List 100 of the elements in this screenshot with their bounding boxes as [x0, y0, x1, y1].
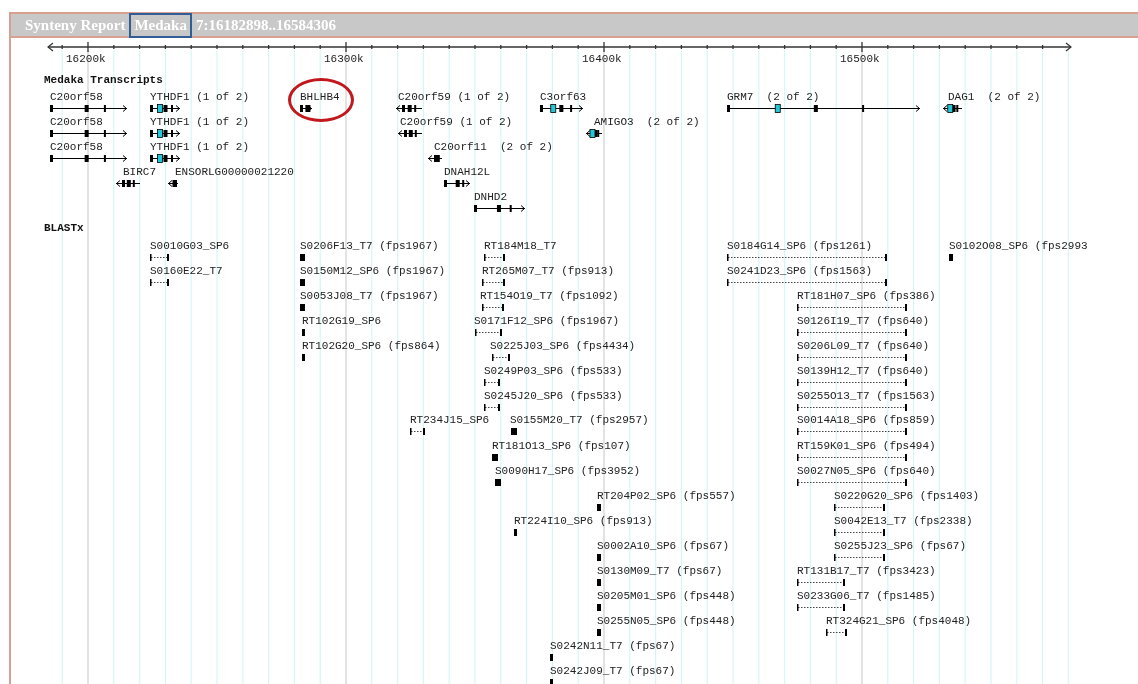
alignment-glyph[interactable]: [484, 253, 505, 262]
alignment-glyph[interactable]: [300, 253, 306, 262]
hit-label[interactable]: S0130M09_T7 (fps67): [597, 565, 723, 577]
feature-label[interactable]: DNAH12L: [444, 166, 491, 178]
transcript-glyph[interactable]: [116, 179, 141, 188]
alignment-glyph[interactable]: [797, 303, 907, 312]
hit-label[interactable]: RT102G19_SP6: [302, 315, 382, 327]
alignment-glyph[interactable]: [797, 578, 845, 587]
feature-label[interactable]: DNHD2: [474, 191, 507, 203]
hit-label[interactable]: RT224I10_SP6 (fps913): [514, 515, 653, 527]
transcript-glyph[interactable]: [540, 104, 584, 113]
hit-label[interactable]: S0160E22_T7: [150, 265, 223, 277]
transcript-glyph[interactable]: [150, 104, 181, 113]
alignment-glyph[interactable]: [597, 503, 602, 512]
hit-label[interactable]: S0126I19_T7 (fps640): [797, 315, 930, 327]
transcript-glyph[interactable]: [396, 104, 423, 113]
alignment-glyph[interactable]: [949, 253, 954, 262]
alignment-glyph[interactable]: [597, 578, 602, 587]
hit-label[interactable]: S0206L09_T7 (fps640): [797, 340, 930, 352]
alignment-glyph[interactable]: [826, 628, 847, 637]
transcript-glyph[interactable]: [586, 129, 603, 138]
transcript-glyph[interactable]: [727, 104, 921, 113]
hit-label[interactable]: S0242N11_T7 (fps67): [550, 640, 676, 652]
hit-label[interactable]: RT131B17_T7 (fps3423): [797, 565, 936, 577]
hit-label[interactable]: S0014A18_SP6 (fps859): [797, 414, 936, 426]
feature-label[interactable]: YTHDF1 (1 of 2): [150, 116, 250, 128]
hit-label[interactable]: RT184M18_T7: [484, 240, 557, 252]
alignment-glyph[interactable]: [484, 378, 500, 387]
alignment-glyph[interactable]: [797, 328, 907, 337]
hit-label[interactable]: RT154O19_T7 (fps1092): [480, 290, 619, 302]
hit-label[interactable]: S0042E13_T7 (fps2338): [834, 515, 973, 527]
hit-label[interactable]: S0242J09_T7 (fps67): [550, 665, 676, 677]
alignment-glyph[interactable]: [495, 478, 502, 487]
alignment-glyph[interactable]: [727, 278, 887, 287]
hit-label[interactable]: S0206F13_T7 (fps1967): [300, 240, 439, 252]
hit-label[interactable]: S0233G06_T7 (fps1485): [797, 590, 936, 602]
alignment-glyph[interactable]: [727, 253, 887, 262]
alignment-glyph[interactable]: [300, 303, 306, 312]
alignment-glyph[interactable]: [511, 427, 518, 436]
feature-label[interactable]: GRM7 (2 of 2): [727, 91, 820, 103]
alignment-glyph[interactable]: [797, 478, 907, 487]
feature-label[interactable]: YTHDF1 (1 of 2): [150, 91, 250, 103]
alignment-glyph[interactable]: [514, 528, 518, 537]
hit-label[interactable]: RT102G20_SP6 (fps864): [302, 340, 441, 352]
hit-label[interactable]: RT181O13_SP6 (fps107): [492, 440, 631, 452]
alignment-glyph[interactable]: [797, 603, 845, 612]
alignment-glyph[interactable]: [797, 353, 907, 362]
alignment-glyph[interactable]: [150, 253, 169, 262]
hit-label[interactable]: S0053J08_T7 (fps1967): [300, 290, 439, 302]
alignment-glyph[interactable]: [302, 353, 306, 362]
alignment-glyph[interactable]: [597, 603, 602, 612]
transcript-glyph[interactable]: [50, 104, 128, 113]
hit-label[interactable]: S0090H17_SP6 (fps3952): [495, 465, 641, 477]
feature-label[interactable]: BHLHB4: [300, 91, 340, 103]
hit-label[interactable]: RT181H07_SP6 (fps386): [797, 290, 936, 302]
hit-label[interactable]: S0155M20_T7 (fps2957): [510, 414, 649, 426]
feature-label[interactable]: AMIGO3 (2 of 2): [594, 116, 700, 128]
alignment-glyph[interactable]: [550, 653, 554, 662]
feature-label[interactable]: C20orf58: [50, 116, 103, 128]
alignment-glyph[interactable]: [834, 503, 885, 512]
alignment-glyph[interactable]: [492, 353, 510, 362]
feature-label[interactable]: C3orf63: [540, 91, 587, 103]
feature-label[interactable]: C20orf59 (1 of 2): [398, 91, 511, 103]
hit-label[interactable]: S0249P03_SP6 (fps533): [484, 365, 623, 377]
hit-label[interactable]: S0027N05_SP6 (fps640): [797, 465, 936, 477]
hit-label[interactable]: S0225J03_SP6 (fps4434): [490, 340, 636, 352]
hit-label[interactable]: S0102O08_SP6 (fps2993: [949, 240, 1088, 252]
feature-label[interactable]: C20orf58: [50, 141, 103, 153]
hit-label[interactable]: S0150M12_SP6 (fps1967): [300, 265, 446, 277]
hit-label[interactable]: RT324G21_SP6 (fps4048): [826, 615, 972, 627]
alignment-glyph[interactable]: [597, 628, 602, 637]
alignment-glyph[interactable]: [492, 453, 499, 462]
alignment-glyph[interactable]: [302, 328, 306, 337]
transcript-glyph[interactable]: [444, 179, 471, 188]
transcript-glyph[interactable]: [398, 129, 423, 138]
alignment-glyph[interactable]: [797, 427, 907, 436]
feature-label[interactable]: YTHDF1 (1 of 2): [150, 141, 250, 153]
alignment-glyph[interactable]: [834, 528, 885, 537]
hit-label[interactable]: RT204P02_SP6 (fps557): [597, 490, 736, 502]
hit-label[interactable]: S0255J23_SP6 (fps67): [834, 540, 967, 552]
hit-label[interactable]: RT265M07_T7 (fps913): [482, 265, 615, 277]
transcript-glyph[interactable]: [474, 204, 526, 213]
hit-label[interactable]: RT159K01_SP6 (fps494): [797, 440, 936, 452]
transcript-glyph[interactable]: [428, 154, 443, 163]
feature-label[interactable]: C20orf59 (1 of 2): [400, 116, 513, 128]
transcript-glyph[interactable]: [168, 179, 179, 188]
hit-label[interactable]: S0171F12_SP6 (fps1967): [474, 315, 620, 327]
hit-label[interactable]: S0255N05_SP6 (fps448): [597, 615, 736, 627]
alignment-glyph[interactable]: [834, 553, 885, 562]
feature-label[interactable]: C20orf58: [50, 91, 103, 103]
alignment-glyph[interactable]: [597, 553, 602, 562]
transcript-glyph[interactable]: [50, 154, 128, 163]
hit-label[interactable]: S0245J20_SP6 (fps533): [484, 390, 623, 402]
alignment-glyph[interactable]: [410, 427, 425, 436]
transcript-glyph[interactable]: [943, 104, 963, 113]
alignment-glyph[interactable]: [482, 278, 505, 287]
hit-label[interactable]: RT234J15_SP6: [410, 414, 490, 426]
feature-label[interactable]: BIRC7: [123, 166, 156, 178]
hit-label[interactable]: S0139H12_T7 (fps640): [797, 365, 930, 377]
transcript-glyph[interactable]: [300, 104, 313, 113]
